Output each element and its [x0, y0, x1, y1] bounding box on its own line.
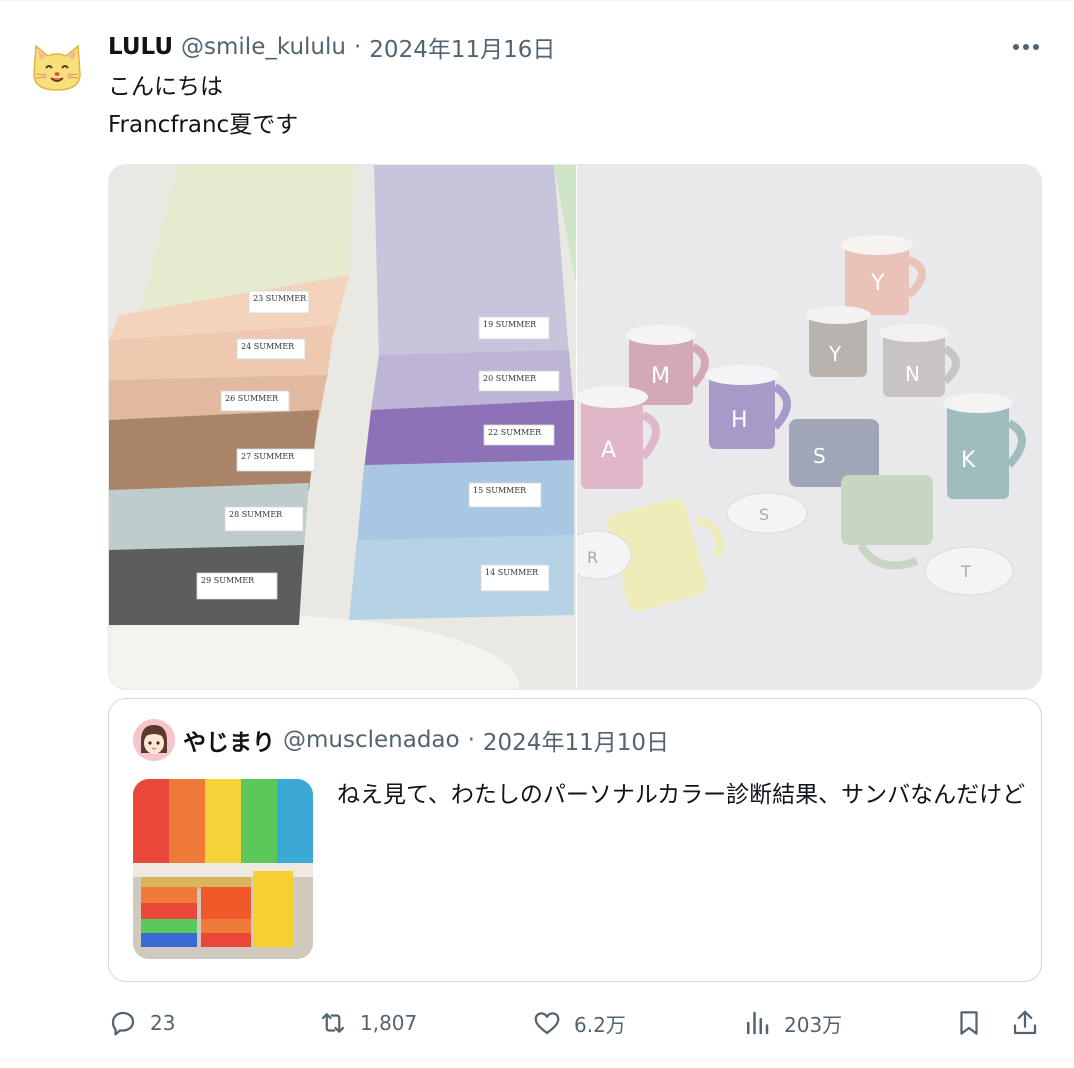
svg-text:29 SUMMER: 29 SUMMER — [201, 576, 255, 585]
bottom-divider — [0, 1060, 1074, 1061]
separator: · — [353, 34, 362, 60]
reply-count: 23 — [150, 1011, 176, 1035]
svg-text:15 SUMMER: 15 SUMMER — [473, 486, 527, 495]
more-options-button[interactable] — [1006, 30, 1046, 64]
girl-avatar-icon — [133, 719, 175, 761]
reply-icon — [111, 1011, 135, 1036]
top-divider — [0, 0, 1074, 4]
svg-text:S: S — [759, 505, 769, 524]
quote-date: 2024年11月10日 — [482, 730, 669, 756]
views-count: 203万 — [784, 1012, 843, 1037]
avatar[interactable] — [24, 34, 90, 100]
svg-text:24 SUMMER: 24 SUMMER — [241, 342, 295, 351]
mugs-photo-icon: Y Y N M H A S K S T R — [577, 165, 1041, 689]
media-image-handkerchiefs[interactable]: 23 SUMMER 24 SUMMER 26 SUMMER 27 SUMMER … — [109, 165, 576, 689]
svg-text:23 SUMMER: 23 SUMMER — [253, 294, 307, 303]
svg-text:N: N — [905, 362, 920, 386]
svg-text:Y: Y — [828, 342, 842, 366]
quote-separator: · — [467, 727, 475, 753]
svg-text:20 SUMMER: 20 SUMMER — [483, 374, 537, 383]
svg-text:S: S — [813, 444, 826, 468]
user-handle[interactable]: @smile_kululu — [181, 34, 346, 60]
tweet-date[interactable]: 2024年11月16日 — [369, 30, 555, 64]
bookmark-icon — [960, 1011, 978, 1035]
tweet-header: LULU @smile_kululu · 2024年11月16日 — [108, 30, 555, 64]
retweet-button[interactable]: 1,807 — [318, 1000, 417, 1046]
handkerchiefs-photo-icon: 23 SUMMER 24 SUMMER 26 SUMMER 27 SUMMER … — [109, 165, 576, 689]
tweet-text-line: Francfranc夏です — [108, 112, 299, 138]
quote-text: ねえ見て、わたしのパーソナルカラー診断結果、サンバなんだけど — [337, 782, 1026, 808]
share-button[interactable] — [1010, 1000, 1040, 1046]
like-button[interactable]: 6.2万 — [532, 1000, 626, 1046]
views-button[interactable]: 203万 — [742, 1000, 842, 1046]
svg-text:T: T — [960, 562, 971, 581]
retweet-icon — [321, 1013, 345, 1033]
quote-thumbnail — [133, 779, 313, 959]
svg-text:H: H — [731, 408, 748, 433]
bookmark-button[interactable] — [954, 1000, 984, 1046]
svg-text:Y: Y — [870, 271, 885, 296]
svg-text:27 SUMMER: 27 SUMMER — [241, 452, 295, 461]
share-icon — [1013, 1010, 1037, 1035]
svg-text:14 SUMMER: 14 SUMMER — [485, 568, 539, 577]
quote-tweet-card[interactable]: やじまり @musclenadao · 2024年11月10日 ねえ見て、わたし… — [108, 698, 1042, 982]
svg-text:28 SUMMER: 28 SUMMER — [229, 510, 283, 519]
like-count: 6.2万 — [574, 1012, 626, 1037]
svg-text:M: M — [651, 364, 670, 389]
svg-text:22 SUMMER: 22 SUMMER — [488, 428, 542, 437]
svg-text:A: A — [601, 438, 616, 463]
tweet-text: こんにちは Francfranc夏です — [108, 68, 1008, 144]
svg-text:K: K — [961, 448, 976, 473]
tweet-text-line: こんにちは — [108, 74, 223, 100]
views-chart-icon — [747, 1011, 769, 1035]
svg-text:R: R — [587, 548, 598, 567]
retweet-count: 1,807 — [360, 1011, 418, 1035]
media-grid: 23 SUMMER 24 SUMMER 26 SUMMER 27 SUMMER … — [108, 164, 1042, 690]
reply-button[interactable]: 23 — [108, 1000, 175, 1046]
quote-display-name: やじまり — [183, 730, 275, 756]
svg-text:19 SUMMER: 19 SUMMER — [483, 320, 537, 329]
heart-icon — [534, 1012, 560, 1035]
more-dots-icon — [1013, 44, 1039, 50]
action-bar: 23 1,807 6.2万 203万 — [0, 1000, 1074, 1046]
rainbow-cloths-photo-icon — [133, 779, 313, 959]
quote-header: やじまり @musclenadao · 2024年11月10日 — [183, 723, 669, 757]
quote-user-handle: @musclenadao — [283, 727, 460, 753]
cat-avatar-icon — [24, 34, 90, 100]
svg-text:26 SUMMER: 26 SUMMER — [225, 394, 279, 403]
quote-avatar[interactable] — [133, 719, 175, 761]
display-name[interactable]: LULU — [108, 34, 173, 60]
media-image-mugs[interactable]: Y Y N M H A S K S T R — [577, 165, 1041, 689]
